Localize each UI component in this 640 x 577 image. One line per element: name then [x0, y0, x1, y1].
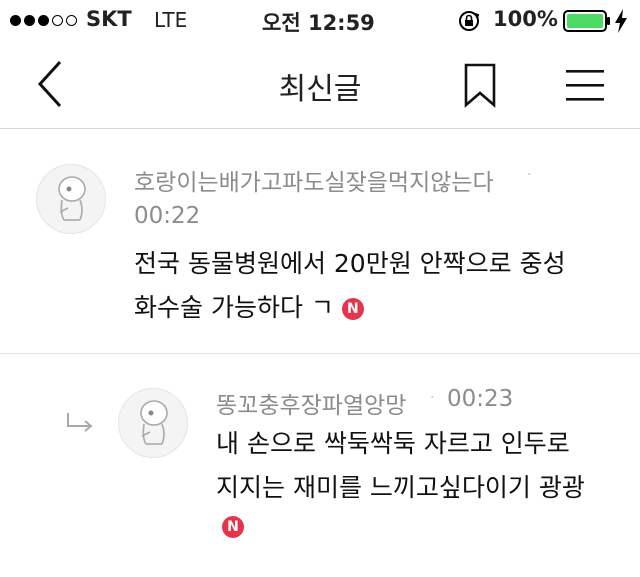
signal-dot [38, 15, 49, 26]
comment-time: 00:23 [447, 386, 514, 412]
signal-dot [66, 15, 77, 26]
comment-text: 내 손으로 싹둑싹둑 자르고 인두로 지지는 재미를 느끼고싶다이기 광광 [216, 422, 585, 510]
comment-nickname[interactable]: 호랑이는배가고파도실잦을먹지않는다 [134, 163, 494, 197]
nav-bar: 최신글 [0, 40, 640, 129]
charging-bolt-icon [615, 9, 627, 33]
meta-separator: · [430, 390, 435, 406]
bookmark-icon [464, 63, 496, 108]
avatar[interactable] [36, 164, 106, 234]
meta-separator: · [527, 167, 532, 183]
comment-text-line: 전국 동물병원에서 20만원 안짝으로 중성 [134, 249, 566, 278]
comment-item[interactable]: 호랑이는배가고파도실잦을먹지않는다 · 00:22 전국 동물병원에서 20만원… [0, 129, 640, 354]
comment-text-line: 내 손으로 싹둑싹둑 자르고 인두로 [216, 429, 570, 458]
comment-text-line: 화수술 가능하다 ㄱ [134, 293, 334, 322]
signal-strength-icon [10, 15, 77, 26]
comment-text: 전국 동물병원에서 20만원 안짝으로 중성 화수술 가능하다 ㄱ N [134, 242, 566, 330]
battery-icon [563, 10, 610, 32]
bookmark-button[interactable] [462, 62, 502, 108]
hamburger-menu-icon [566, 70, 604, 101]
signal-dot [52, 15, 63, 26]
default-avatar-icon [140, 400, 168, 445]
comment-text-line: 지지는 재미를 느끼고싶다이기 광광 [216, 473, 585, 502]
signal-dot [24, 15, 35, 26]
new-badge: N [341, 298, 364, 320]
avatar[interactable] [118, 388, 188, 458]
menu-button[interactable] [566, 68, 606, 102]
reply-arrow-icon [67, 413, 93, 432]
default-avatar-icon [58, 176, 86, 221]
status-bar: SKT LTE 오전 12:59 100% [0, 0, 640, 40]
rotation-lock-icon [459, 11, 480, 31]
network-type: LTE [154, 8, 188, 32]
status-time: 오전 12:59 [262, 11, 375, 35]
new-badge: N [222, 516, 244, 538]
battery-percentage: 100% [493, 7, 558, 31]
comment-nickname[interactable]: 똥꼬충후장파열앙망 [216, 386, 406, 420]
reply-comment-item[interactable]: 똥꼬충후장파열앙망 · 00:23 내 손으로 싹둑싹둑 자르고 인두로 지지는… [0, 354, 640, 577]
page-title: 최신글 [278, 72, 362, 107]
comment-time: 00:22 [134, 203, 201, 229]
carrier-name: SKT [86, 7, 132, 31]
signal-dot [10, 15, 21, 26]
